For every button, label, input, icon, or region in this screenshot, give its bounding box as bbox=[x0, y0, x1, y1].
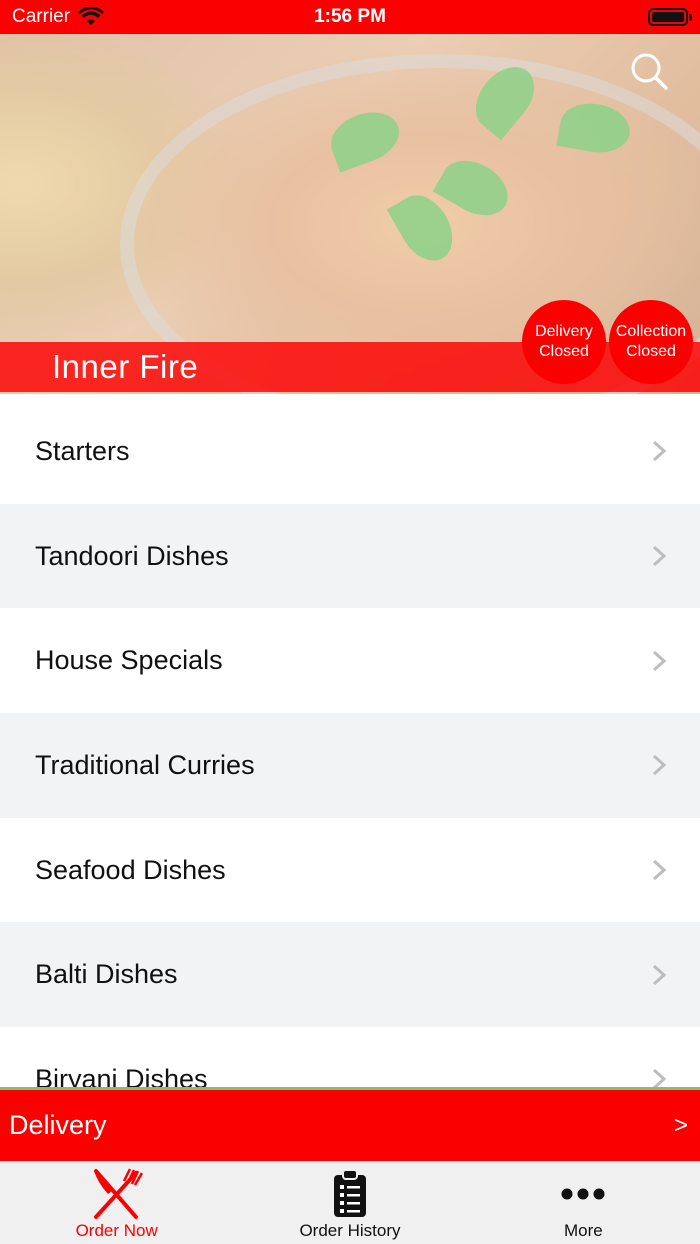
more-dots-icon bbox=[561, 1188, 605, 1200]
delivery-status-label: Delivery bbox=[535, 323, 593, 340]
tab-more[interactable]: More bbox=[467, 1161, 700, 1244]
chevron-right-icon bbox=[652, 545, 666, 567]
category-label: Biryani Dishes bbox=[35, 1063, 208, 1089]
battery-level bbox=[652, 12, 684, 22]
category-item-seafood-dishes[interactable]: Seafood Dishes bbox=[0, 817, 700, 923]
chevron-right-icon bbox=[652, 755, 666, 776]
wifi-icon bbox=[78, 7, 105, 25]
status-left: Carrier bbox=[12, 6, 105, 28]
category-item-traditional-curries[interactable]: Traditional Curries bbox=[0, 713, 700, 818]
battery-icon bbox=[648, 8, 692, 26]
category-item-starters[interactable]: Starters bbox=[0, 399, 700, 504]
delivery-status-badge: Delivery Closed bbox=[522, 300, 606, 384]
category-item-tandoori-dishes[interactable]: Tandoori Dishes bbox=[0, 503, 700, 609]
restaurant-name: Inner Fire bbox=[52, 348, 199, 385]
category-label: Traditional Curries bbox=[35, 749, 255, 780]
tab-icon-wrapper bbox=[88, 1167, 146, 1221]
collection-status-badge: Collection Closed bbox=[609, 300, 693, 384]
delivery-arrow-icon: > bbox=[673, 1111, 688, 1139]
menu-category-list: Starters Tandoori Dishes House Specials … bbox=[0, 399, 700, 1089]
collection-status-value: Closed bbox=[626, 343, 676, 360]
delivery-status-value: Closed bbox=[539, 343, 589, 360]
collection-status-label: Collection bbox=[615, 323, 687, 340]
clipboard-list-icon bbox=[333, 1169, 366, 1217]
status-bar: Carrier 1:56 PM bbox=[0, 0, 700, 34]
tab-label: Order Now bbox=[75, 1221, 158, 1240]
delivery-mode-bar[interactable]: Delivery > bbox=[0, 1090, 700, 1161]
tab-icon-wrapper bbox=[332, 1167, 368, 1221]
chevron-right-icon bbox=[652, 964, 666, 985]
category-item-balti-dishes[interactable]: Balti Dishes bbox=[0, 922, 700, 1028]
tab-label: Order History bbox=[299, 1221, 401, 1240]
chevron-right-icon bbox=[652, 650, 666, 671]
chevron-right-icon bbox=[652, 859, 666, 881]
fork-knife-icon bbox=[93, 1168, 143, 1219]
bottom-tab-bar: Order Now Order History More bbox=[0, 1161, 700, 1244]
hero-banner: Inner Fire Delivery Closed Collection Cl… bbox=[0, 34, 700, 394]
status-time: 1:56 PM bbox=[314, 6, 386, 27]
category-label: Starters bbox=[35, 435, 130, 466]
category-label: Seafood Dishes bbox=[35, 854, 226, 885]
category-label: Tandoori Dishes bbox=[35, 540, 229, 571]
delivery-mode-label: Delivery bbox=[9, 1110, 107, 1140]
search-button[interactable] bbox=[630, 52, 670, 92]
category-label: Balti Dishes bbox=[35, 959, 178, 990]
category-item-biryani-dishes[interactable]: Biryani Dishes bbox=[0, 1027, 700, 1089]
tab-order-now[interactable]: Order Now bbox=[0, 1161, 233, 1244]
tab-icon-wrapper bbox=[561, 1167, 605, 1221]
chevron-right-icon bbox=[652, 1069, 666, 1089]
search-icon bbox=[631, 53, 668, 90]
tab-order-history[interactable]: Order History bbox=[233, 1161, 466, 1244]
chevron-right-icon bbox=[652, 441, 666, 462]
tab-label: More bbox=[563, 1221, 603, 1240]
carrier-label: Carrier bbox=[12, 6, 71, 27]
category-label: House Specials bbox=[35, 645, 223, 676]
category-item-house-specials[interactable]: House Specials bbox=[0, 608, 700, 714]
